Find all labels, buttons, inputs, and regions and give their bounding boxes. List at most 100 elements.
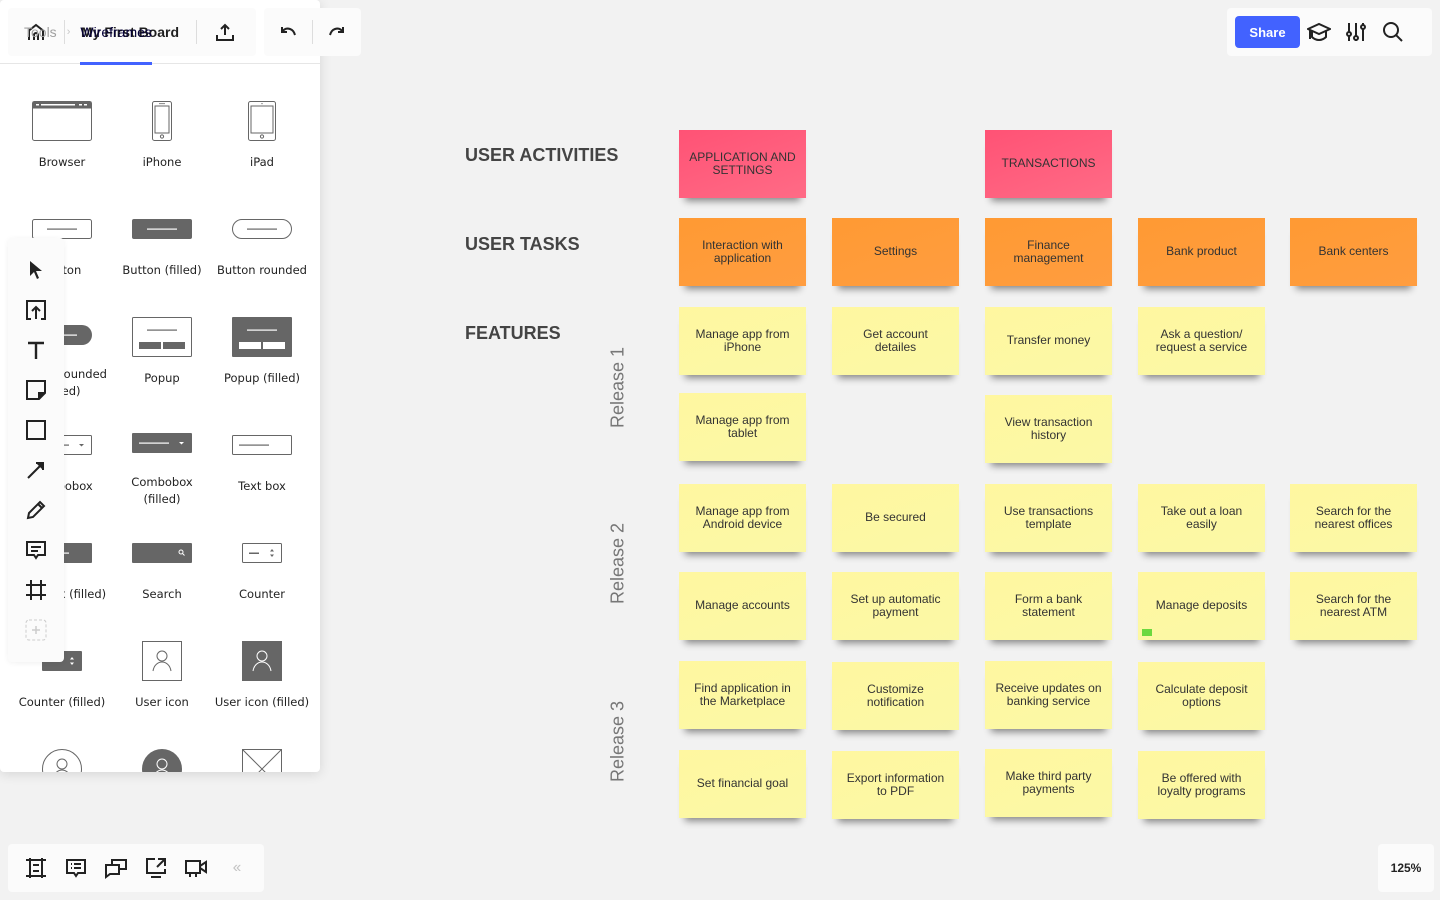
sticky-text: TRANSACTIONS [1001, 156, 1096, 171]
pen-tool[interactable] [8, 490, 64, 530]
library-item-image-placeholder[interactable] [212, 724, 312, 772]
release-label-1: Release 1 [607, 346, 628, 429]
library-item-button-rounded[interactable]: Button rounded [212, 184, 312, 292]
feature-sticky[interactable]: Customize notification [832, 662, 959, 730]
collapse-toolbar-button[interactable]: ‹‹ [216, 844, 256, 892]
task-sticky[interactable]: Settings [832, 218, 959, 286]
library-item-iphone[interactable]: iPhone [112, 76, 212, 184]
shape-tool[interactable] [8, 410, 64, 450]
feature-sticky[interactable]: Be offered with loyalty programs [1138, 751, 1265, 819]
feature-sticky[interactable]: Use transactions template [985, 484, 1112, 552]
feature-sticky[interactable]: Export information to PDF [832, 751, 959, 819]
sticky-text: Manage app from tablet [695, 412, 790, 440]
library-item-browser[interactable]: Browser [12, 76, 112, 184]
activity-sticky[interactable]: TRANSACTIONS [985, 130, 1112, 198]
sticky-text: Manage app from iPhone [695, 326, 790, 354]
ipad-icon [248, 101, 276, 141]
feature-sticky[interactable]: Find application in the Marketplace [679, 661, 806, 729]
library-item-user-round-filled[interactable] [112, 724, 212, 772]
sticky-text: Export information to PDF [846, 770, 945, 798]
sticky-text: Bank centers [1318, 244, 1389, 259]
sliders-icon [1345, 23, 1366, 41]
frames-icon [26, 858, 46, 878]
library-item-ipad[interactable]: iPad [212, 76, 312, 184]
library-breadcrumb: Tools › Wireframes [0, 0, 320, 65]
library-item-label: Search [142, 587, 182, 601]
feature-sticky[interactable]: Set up automatic payment [832, 572, 959, 640]
popup-filled-icon [232, 317, 292, 357]
frame-icon [26, 580, 46, 600]
redo-button[interactable] [313, 8, 361, 56]
select-tool[interactable] [8, 250, 64, 290]
comment-tool[interactable] [8, 530, 64, 570]
task-sticky[interactable]: Bank product [1138, 218, 1265, 286]
settings-button[interactable] [1337, 8, 1374, 56]
frames-button[interactable] [16, 844, 56, 892]
library-item-popup-filled[interactable]: Popup (filled) [212, 292, 312, 400]
text-tool[interactable] [8, 330, 64, 370]
release-label-2: Release 2 [607, 522, 628, 605]
breadcrumb-tools[interactable]: Tools [24, 24, 57, 40]
library-item-popup[interactable]: Popup [112, 292, 212, 400]
feature-sticky[interactable]: View transaction history [985, 395, 1112, 463]
zoom-level[interactable]: 125% [1378, 844, 1434, 892]
feature-sticky[interactable]: Ask a question/ request a service [1138, 307, 1265, 375]
library-item-search[interactable]: Search [112, 508, 212, 616]
feature-sticky[interactable]: Form a bank statement [985, 572, 1112, 640]
library-item-user-icon-filled[interactable]: User icon (filled) [212, 616, 312, 724]
library-item-combobox-filled[interactable]: Combobox (filled) [112, 400, 212, 508]
task-sticky[interactable]: Interaction with application [679, 218, 806, 286]
comments-button[interactable] [56, 844, 96, 892]
feature-sticky[interactable]: Receive updates on banking service [985, 661, 1112, 729]
feature-sticky[interactable]: Manage deposits [1138, 572, 1265, 640]
library-item-counter[interactable]: Counter [212, 508, 312, 616]
feature-sticky[interactable]: Calculate deposit options [1138, 662, 1265, 730]
task-sticky[interactable]: Finance management [985, 218, 1112, 286]
feature-sticky[interactable]: Manage accounts [679, 572, 806, 640]
search-icon [1382, 22, 1403, 42]
feature-sticky[interactable]: Set financial goal [679, 750, 806, 818]
feature-sticky[interactable]: Search for the nearest ATM [1290, 572, 1417, 640]
screen-share-button[interactable] [136, 844, 176, 892]
feature-sticky[interactable]: Search for the nearest offices [1290, 484, 1417, 552]
activity-sticky[interactable]: APPLICATION AND SETTINGS [679, 130, 806, 198]
sticky-text: Interaction with application [702, 237, 783, 265]
frame-tool[interactable] [8, 570, 64, 610]
user-round-filled-icon [142, 749, 182, 772]
arrow-tool[interactable] [8, 450, 64, 490]
task-sticky[interactable]: Bank centers [1290, 218, 1417, 286]
chat-button[interactable] [96, 844, 136, 892]
combobox-filled-icon [132, 433, 192, 453]
sticky-note-icon [26, 380, 46, 400]
upload-tool[interactable] [8, 290, 64, 330]
image-placeholder-icon [242, 749, 282, 772]
browser-icon [32, 101, 92, 141]
feature-sticky[interactable]: Manage app from tablet [679, 393, 806, 461]
library-item-button-filled[interactable]: Button (filled) [112, 184, 212, 292]
feature-sticky[interactable]: Be secured [832, 484, 959, 552]
more-tools-button[interactable] [8, 610, 64, 650]
library-item-user-icon[interactable]: User icon [112, 616, 212, 724]
breadcrumb-wireframes[interactable]: Wireframes [80, 0, 152, 65]
button-icon [32, 219, 92, 239]
share-button[interactable]: Share [1235, 16, 1300, 48]
search-button[interactable] [1374, 8, 1411, 56]
sticky-text: Settings [873, 244, 918, 259]
feature-sticky[interactable]: Transfer money [985, 307, 1112, 375]
feature-sticky[interactable]: Make third party payments [985, 749, 1112, 817]
sticky-text: Use transactions template [1003, 503, 1094, 531]
library-item-label: Combobox (filled) [131, 475, 193, 506]
feature-sticky[interactable]: Manage app from Android device [679, 484, 806, 552]
feature-sticky[interactable]: Manage app from iPhone [679, 307, 806, 375]
square-icon [26, 420, 46, 440]
feature-sticky[interactable]: Get account detailes [832, 307, 959, 375]
feature-sticky[interactable]: Take out a loan easily [1138, 484, 1265, 552]
library-item-label: User icon (filled) [214, 695, 310, 709]
library-item-user-round[interactable] [12, 724, 112, 772]
library-item-text-box[interactable]: Text box [212, 400, 312, 508]
video-call-button[interactable] [176, 844, 216, 892]
library-item-label: Counter (filled) [18, 695, 106, 709]
learning-center-button[interactable] [1300, 8, 1337, 56]
sticky-note-tool[interactable] [8, 370, 64, 410]
bottom-toolbar: ‹‹ [8, 844, 264, 892]
